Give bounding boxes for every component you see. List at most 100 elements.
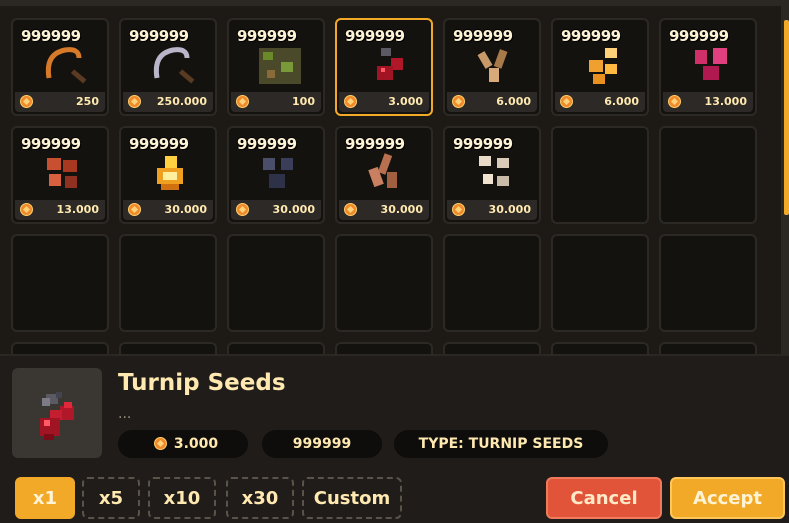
slot-price: 100 bbox=[292, 95, 315, 108]
shop-slot[interactable]: 999999 13.000 bbox=[659, 18, 757, 116]
slot-quantity: 999999 bbox=[669, 27, 729, 45]
slot-price-bar: 250.000 bbox=[123, 92, 213, 112]
bone-seeds-icon bbox=[467, 146, 523, 202]
moss-block-icon bbox=[251, 38, 307, 94]
multiplier-x30-button[interactable]: x30 bbox=[226, 477, 294, 519]
multiplier-custom-button[interactable]: Custom bbox=[302, 477, 402, 519]
coin-icon bbox=[344, 95, 357, 108]
shop-slot[interactable]: 999999 6.000 bbox=[443, 18, 541, 116]
coal-seeds-icon bbox=[251, 146, 307, 202]
empty-shop-slot[interactable] bbox=[659, 342, 757, 354]
shop-slot[interactable]: 999999 250.000 bbox=[119, 18, 217, 116]
empty-shop-slot[interactable] bbox=[659, 126, 757, 224]
slot-price-bar: 13.000 bbox=[15, 200, 105, 220]
slot-price: 250.000 bbox=[156, 95, 207, 108]
red-ore-icon bbox=[35, 146, 91, 202]
slot-price-bar: 6.000 bbox=[555, 92, 645, 112]
slot-price-bar: 30.000 bbox=[339, 200, 429, 220]
shop-slot[interactable]: 999999 3.000 bbox=[335, 18, 433, 116]
slot-quantity: 999999 bbox=[561, 27, 621, 45]
multiplier-x10-button[interactable]: x10 bbox=[148, 477, 216, 519]
empty-shop-slot[interactable] bbox=[443, 342, 541, 354]
shop-slot[interactable]: 999999 30.000 bbox=[335, 126, 433, 224]
slot-price: 6.000 bbox=[496, 95, 531, 108]
item-description: ... bbox=[118, 406, 132, 422]
slot-price: 30.000 bbox=[272, 203, 315, 216]
empty-shop-slot[interactable] bbox=[551, 342, 649, 354]
slot-price: 30.000 bbox=[488, 203, 531, 216]
coin-icon bbox=[20, 95, 33, 108]
wheat-seeds-icon bbox=[467, 38, 523, 94]
slot-price: 13.000 bbox=[56, 203, 99, 216]
shop-slot[interactable]: 999999 13.000 bbox=[11, 126, 109, 224]
empty-shop-slot[interactable] bbox=[659, 234, 757, 332]
turnip-seeds-icon bbox=[359, 38, 415, 94]
scrollbar-thumb[interactable] bbox=[784, 20, 789, 215]
type-value: TYPE: TURNIP SEEDS bbox=[418, 436, 584, 452]
coin-icon bbox=[236, 95, 249, 108]
empty-shop-slot[interactable] bbox=[335, 342, 433, 354]
slot-price: 6.000 bbox=[604, 95, 639, 108]
slot-price: 250 bbox=[76, 95, 99, 108]
price-pill: 3.000 bbox=[118, 430, 248, 458]
slot-price-bar: 250 bbox=[15, 92, 105, 112]
slot-price-bar: 30.000 bbox=[123, 200, 213, 220]
slot-quantity: 999999 bbox=[453, 27, 513, 45]
slot-quantity: 999999 bbox=[345, 135, 405, 153]
coin-icon bbox=[128, 95, 141, 108]
item-detail-panel: Turnip Seeds ... 3.000 999999 TYPE: TURN… bbox=[0, 354, 789, 523]
slot-quantity: 999999 bbox=[21, 135, 81, 153]
slot-price-bar: 3.000 bbox=[339, 92, 429, 112]
cancel-button[interactable]: Cancel bbox=[546, 477, 662, 519]
shop-slot[interactable]: 999999 30.000 bbox=[227, 126, 325, 224]
slot-price: 13.000 bbox=[704, 95, 747, 108]
empty-shop-slot[interactable] bbox=[551, 126, 649, 224]
fire-seeds-icon bbox=[143, 146, 199, 202]
empty-shop-slot[interactable] bbox=[227, 342, 325, 354]
slot-price-bar: 100 bbox=[231, 92, 321, 112]
copper-roots-icon bbox=[359, 146, 415, 202]
slot-quantity: 999999 bbox=[237, 135, 297, 153]
golden-seeds-icon bbox=[575, 38, 631, 94]
turnip-seeds-icon bbox=[12, 368, 102, 458]
coin-icon bbox=[452, 203, 465, 216]
empty-shop-slot[interactable] bbox=[335, 234, 433, 332]
coin-icon bbox=[236, 203, 249, 216]
slot-quantity: 999999 bbox=[345, 27, 405, 45]
multiplier-x1-button[interactable]: x1 bbox=[15, 477, 75, 519]
coin-icon bbox=[128, 203, 141, 216]
empty-shop-slot[interactable] bbox=[551, 234, 649, 332]
coin-icon bbox=[452, 95, 465, 108]
shop-slot[interactable]: 999999 100 bbox=[227, 18, 325, 116]
shop-slot[interactable]: 999999 6.000 bbox=[551, 18, 649, 116]
empty-shop-slot[interactable] bbox=[227, 234, 325, 332]
multiplier-x5-button[interactable]: x5 bbox=[82, 477, 140, 519]
empty-shop-slot[interactable] bbox=[119, 342, 217, 354]
accept-button[interactable]: Accept bbox=[670, 477, 785, 519]
slot-price: 30.000 bbox=[164, 203, 207, 216]
coin-icon bbox=[20, 203, 33, 216]
stock-pill: 999999 bbox=[262, 430, 382, 458]
coin-icon bbox=[560, 95, 573, 108]
pink-seeds-icon bbox=[683, 38, 739, 94]
shop-slot[interactable]: 999999 30.000 bbox=[119, 126, 217, 224]
coin-icon bbox=[154, 437, 167, 450]
type-pill: TYPE: TURNIP SEEDS bbox=[394, 430, 608, 458]
shop-grid: 999999 250 999999 250.000 999999 100 999999 3.0… bbox=[0, 6, 780, 354]
item-name: Turnip Seeds bbox=[118, 370, 286, 396]
slot-price-bar: 30.000 bbox=[231, 200, 321, 220]
shop-slot[interactable]: 999999 250 bbox=[11, 18, 109, 116]
empty-shop-slot[interactable] bbox=[443, 234, 541, 332]
empty-shop-slot[interactable] bbox=[11, 234, 109, 332]
slot-quantity: 999999 bbox=[129, 27, 189, 45]
slot-quantity: 999999 bbox=[237, 27, 297, 45]
sickle-copper-icon bbox=[35, 38, 91, 94]
slot-quantity: 999999 bbox=[453, 135, 513, 153]
slot-price-bar: 6.000 bbox=[447, 92, 537, 112]
slot-quantity: 999999 bbox=[129, 135, 189, 153]
coin-icon bbox=[344, 203, 357, 216]
empty-shop-slot[interactable] bbox=[119, 234, 217, 332]
empty-shop-slot[interactable] bbox=[11, 342, 109, 354]
price-value: 3.000 bbox=[173, 436, 219, 452]
shop-slot[interactable]: 999999 30.000 bbox=[443, 126, 541, 224]
